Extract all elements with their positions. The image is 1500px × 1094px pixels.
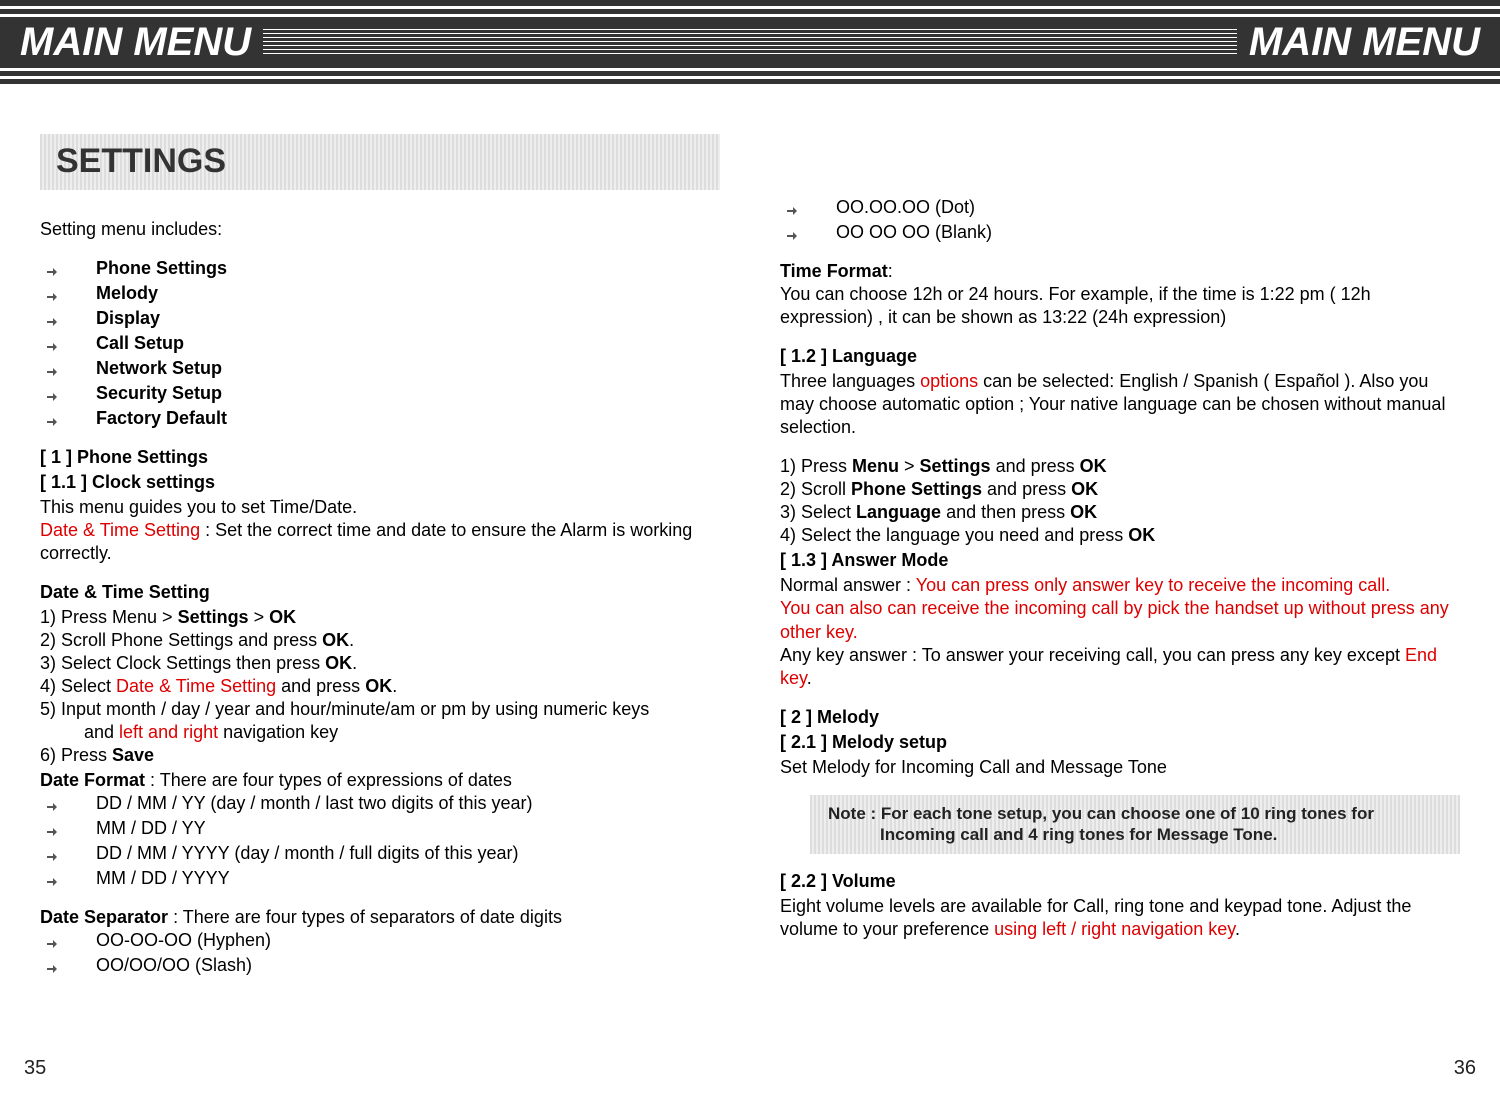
date-time-steps: 1) Press Menu > Settings > OK 2) Scroll … xyxy=(40,606,720,767)
date-format-item: DD / MM / YYYY (day / month / full digit… xyxy=(96,843,518,863)
step-line: 1) Press Menu > Settings > OK xyxy=(40,606,720,629)
bullet-arrow-icon xyxy=(46,286,58,298)
bullet-arrow-icon xyxy=(46,411,58,423)
step-line: 4) Select Date & Time Setting and press … xyxy=(40,675,720,698)
note-line2: Incoming call and 4 ring tones for Messa… xyxy=(828,824,1442,846)
header-title-left: MAIN MENU xyxy=(20,20,251,65)
menu-item-label: Network Setup xyxy=(96,358,222,378)
step-line: 6) Press Save xyxy=(40,744,720,767)
menu-items-list: Phone Settings Melody Display Call Setup… xyxy=(40,257,720,430)
bullet-arrow-icon xyxy=(46,311,58,323)
list-item: Melody xyxy=(40,282,720,305)
page-body: SETTINGS Setting menu includes: Phone Se… xyxy=(0,84,1500,993)
menu-item-label: Melody xyxy=(96,283,158,303)
menu-item-label: Security Setup xyxy=(96,383,222,403)
note-box: Note : For each tone setup, you can choo… xyxy=(810,795,1460,855)
section-title: SETTINGS xyxy=(40,134,720,190)
page-number-left: 35 xyxy=(24,1057,46,1080)
time-format-body: You can choose 12h or 24 hours. For exam… xyxy=(780,283,1460,329)
separator-item: OO/OO/OO (Slash) xyxy=(96,955,252,975)
bullet-arrow-icon xyxy=(46,846,58,858)
answer-normal-line2: You can also can receive the incoming ca… xyxy=(780,597,1460,643)
list-item: MM / DD / YY xyxy=(40,817,720,840)
step-line: 4) Select the language you need and pres… xyxy=(780,524,1460,547)
note-line1: Note : For each tone setup, you can choo… xyxy=(828,804,1374,823)
list-item: Call Setup xyxy=(40,332,720,355)
date-format-item: MM / DD / YYYY xyxy=(96,868,230,888)
step-line: 2) Scroll Phone Settings and press OK xyxy=(780,478,1460,501)
list-item: DD / MM / YYYY (day / month / full digit… xyxy=(40,842,720,865)
bullet-arrow-icon xyxy=(46,386,58,398)
menu-item-label: Phone Settings xyxy=(96,258,227,278)
bullet-arrow-icon xyxy=(46,361,58,373)
list-item: Display xyxy=(40,307,720,330)
list-item: OO.OO.OO (Dot) xyxy=(780,196,1460,219)
heading-answer-mode: [ 1.3 ] Answer Mode xyxy=(780,549,1460,572)
separator-item: OO OO OO (Blank) xyxy=(836,222,992,242)
clock-intro: This menu guides you to set Time/Date. xyxy=(40,496,720,519)
date-separator-list-cont: OO.OO.OO (Dot) OO OO OO (Blank) xyxy=(780,196,1460,244)
volume-body: Eight volume levels are available for Ca… xyxy=(780,895,1460,941)
list-item: Network Setup xyxy=(40,357,720,380)
bottom-decor-bars xyxy=(0,71,1500,84)
bullet-arrow-icon xyxy=(46,821,58,833)
heading-melody: [ 2 ] Melody xyxy=(780,706,1460,729)
heading-melody-setup: [ 2.1 ] Melody setup xyxy=(780,731,1460,754)
heading-clock-settings: [ 1.1 ] Clock settings xyxy=(40,471,720,494)
time-format-head-line: Time Format: xyxy=(780,260,1460,283)
list-item: Factory Default xyxy=(40,407,720,430)
bullet-arrow-icon xyxy=(46,261,58,273)
menu-item-label: Call Setup xyxy=(96,333,184,353)
step-line: 2) Scroll Phone Settings and press OK. xyxy=(40,629,720,652)
heading-phone-settings: [ 1 ] Phone Settings xyxy=(40,446,720,469)
page-number-right: 36 xyxy=(1454,1057,1476,1080)
header-title-right: MAIN MENU xyxy=(1249,20,1480,65)
step-line: 3) Select Clock Settings then press OK. xyxy=(40,652,720,675)
date-separator-line: Date Separator : There are four types of… xyxy=(40,906,720,929)
answer-any-line: Any key answer : To answer your receivin… xyxy=(780,644,1460,690)
page-numbers: 35 36 xyxy=(0,1057,1500,1080)
date-time-red-label: Date & Time Setting xyxy=(40,520,200,540)
bullet-arrow-icon xyxy=(46,958,58,970)
separator-item: OO.OO.OO (Dot) xyxy=(836,197,975,217)
answer-normal-line: Normal answer : You can press only answe… xyxy=(780,574,1460,597)
date-format-item: MM / DD / YY xyxy=(96,818,206,838)
bullet-arrow-icon xyxy=(786,225,798,237)
left-column: SETTINGS Setting menu includes: Phone Se… xyxy=(40,134,720,993)
language-steps: 1) Press Menu > Settings and press OK 2)… xyxy=(780,455,1460,547)
menu-item-label: Factory Default xyxy=(96,408,227,428)
heading-language: [ 1.2 ] Language xyxy=(780,345,1460,368)
list-item: Phone Settings xyxy=(40,257,720,280)
top-decor-bars xyxy=(0,0,1500,14)
bullet-arrow-icon xyxy=(46,796,58,808)
list-item: OO/OO/OO (Slash) xyxy=(40,954,720,977)
heading-volume: [ 2.2 ] Volume xyxy=(780,870,1460,893)
date-format-line: Date Format : There are four types of ex… xyxy=(40,769,720,792)
step-line: 1) Press Menu > Settings and press OK xyxy=(780,455,1460,478)
date-format-item: DD / MM / YY (day / month / last two dig… xyxy=(96,793,532,813)
list-item: DD / MM / YY (day / month / last two dig… xyxy=(40,792,720,815)
date-separator-list: OO-OO-OO (Hyphen) OO/OO/OO (Slash) xyxy=(40,929,720,977)
language-body: Three languages options can be selected:… xyxy=(780,370,1460,439)
bullet-arrow-icon xyxy=(46,871,58,883)
bullet-arrow-icon xyxy=(46,933,58,945)
date-time-setting-line: Date & Time Setting : Set the correct ti… xyxy=(40,519,720,565)
bullet-arrow-icon xyxy=(786,200,798,212)
menu-item-label: Display xyxy=(96,308,160,328)
list-item: OO-OO-OO (Hyphen) xyxy=(40,929,720,952)
step-line: 5) Input month / day / year and hour/min… xyxy=(40,698,720,744)
step-line: 3) Select Language and then press OK xyxy=(780,501,1460,524)
date-time-setting-head: Date & Time Setting xyxy=(40,581,720,604)
list-item: Security Setup xyxy=(40,382,720,405)
right-column: OO.OO.OO (Dot) OO OO OO (Blank) Time For… xyxy=(780,134,1460,993)
melody-setup-text: Set Melody for Incoming Call and Message… xyxy=(780,756,1460,779)
settings-intro: Setting menu includes: xyxy=(40,218,720,241)
bullet-arrow-icon xyxy=(46,336,58,348)
date-format-list: DD / MM / YY (day / month / last two dig… xyxy=(40,792,720,890)
separator-item: OO-OO-OO (Hyphen) xyxy=(96,930,271,950)
list-item: MM / DD / YYYY xyxy=(40,867,720,890)
header-bar: MAIN MENU MAIN MENU xyxy=(0,17,1500,68)
list-item: OO OO OO (Blank) xyxy=(780,221,1460,244)
header-lines-decor xyxy=(263,29,1237,57)
